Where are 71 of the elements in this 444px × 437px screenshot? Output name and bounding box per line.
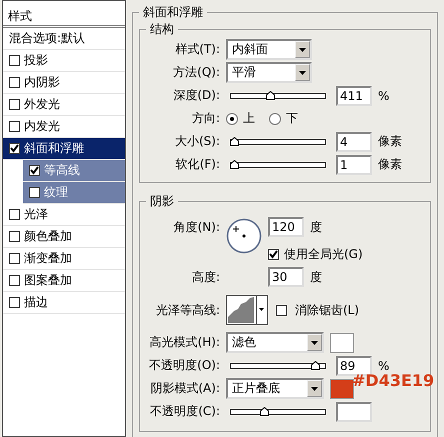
- slider-track[interactable]: [230, 92, 326, 98]
- field-label: 高度:: [190, 268, 220, 286]
- number-field[interactable]: 4: [336, 132, 372, 152]
- field-label: 方向:: [190, 110, 220, 127]
- checkbox[interactable]: [9, 55, 20, 66]
- field-label: 高光模式(H):: [148, 334, 220, 351]
- number-field[interactable]: 89: [336, 356, 372, 376]
- checkbox[interactable]: [9, 231, 20, 242]
- dropdown[interactable]: 正片叠底: [226, 378, 324, 399]
- slider-thumb[interactable]: [260, 404, 269, 414]
- contour-picker[interactable]: [226, 295, 268, 325]
- checkbox-label: 使用全局光(G): [284, 246, 363, 263]
- checkbox[interactable]: [268, 249, 279, 260]
- unit-label: %: [378, 358, 390, 372]
- number-field[interactable]: 1: [336, 154, 372, 174]
- field-label: 方法(Q):: [172, 64, 220, 81]
- color-swatch[interactable]: [330, 378, 354, 398]
- number-field[interactable]: 120: [268, 217, 304, 237]
- field-label: 角度(N):: [172, 218, 220, 236]
- checkbox[interactable]: [9, 143, 20, 154]
- checkbox[interactable]: [9, 77, 20, 88]
- unit-label: %: [378, 88, 390, 102]
- angle-dial[interactable]: [226, 218, 262, 254]
- field-label: 不透明度(O):: [148, 357, 220, 374]
- slider-thumb[interactable]: [230, 134, 239, 144]
- dropdown[interactable]: 平滑: [226, 62, 312, 83]
- checkbox[interactable]: [9, 275, 20, 286]
- number-field[interactable]: 30: [268, 267, 304, 287]
- field-label: 样式(T):: [174, 41, 220, 58]
- checkbox[interactable]: [9, 253, 20, 264]
- group-title: 结构: [149, 21, 175, 38]
- checkbox[interactable]: [29, 187, 40, 198]
- slider-track[interactable]: [230, 408, 326, 414]
- checkbox-label: 消除锯齿(L): [295, 302, 360, 318]
- checkbox[interactable]: [29, 165, 40, 176]
- slider-track[interactable]: [230, 138, 326, 144]
- slider-track[interactable]: [230, 362, 326, 368]
- radio-button[interactable]: [226, 112, 238, 124]
- checkbox[interactable]: [9, 99, 20, 110]
- radio-label: 下: [286, 110, 298, 127]
- unit-label: 像素: [378, 133, 402, 150]
- slider-thumb[interactable]: [266, 88, 275, 98]
- dropdown[interactable]: 滤色: [226, 332, 324, 353]
- number-field[interactable]: [336, 402, 372, 422]
- radio-dot-icon: [230, 116, 234, 120]
- field-label: 阴影模式(A):: [149, 380, 220, 397]
- field-label: 大小(S):: [174, 133, 220, 150]
- number-field[interactable]: 411: [336, 86, 372, 106]
- unit-label: 度: [310, 268, 322, 286]
- field-label: 软化(F):: [174, 156, 220, 173]
- style-subitem[interactable]: 纹理: [23, 182, 125, 204]
- dropdown[interactable]: 内斜面: [226, 39, 312, 60]
- color-swatch[interactable]: [330, 332, 354, 352]
- slider-thumb[interactable]: [230, 158, 239, 166]
- radio-label: 上: [243, 110, 255, 127]
- group-title: 斜面和浮雕: [142, 4, 204, 21]
- checkbox[interactable]: [276, 304, 287, 316]
- radio-button[interactable]: [269, 112, 281, 124]
- unit-label: 度: [310, 218, 322, 236]
- checkbox[interactable]: [9, 297, 20, 308]
- slider-thumb[interactable]: [310, 358, 320, 368]
- group-title: 阴影: [149, 193, 175, 210]
- field-label: 深度(D):: [172, 87, 220, 104]
- style-subitem[interactable]: 等高线: [23, 160, 125, 182]
- checkbox[interactable]: [9, 121, 20, 132]
- slider-track[interactable]: [230, 162, 326, 168]
- field-label: 不透明度(C):: [149, 403, 220, 420]
- style-item[interactable]: 斜面和浮雕: [3, 138, 125, 160]
- unit-label: 像素: [378, 156, 402, 173]
- checkbox[interactable]: [9, 209, 20, 220]
- field-label: 光泽等高线:: [154, 302, 220, 318]
